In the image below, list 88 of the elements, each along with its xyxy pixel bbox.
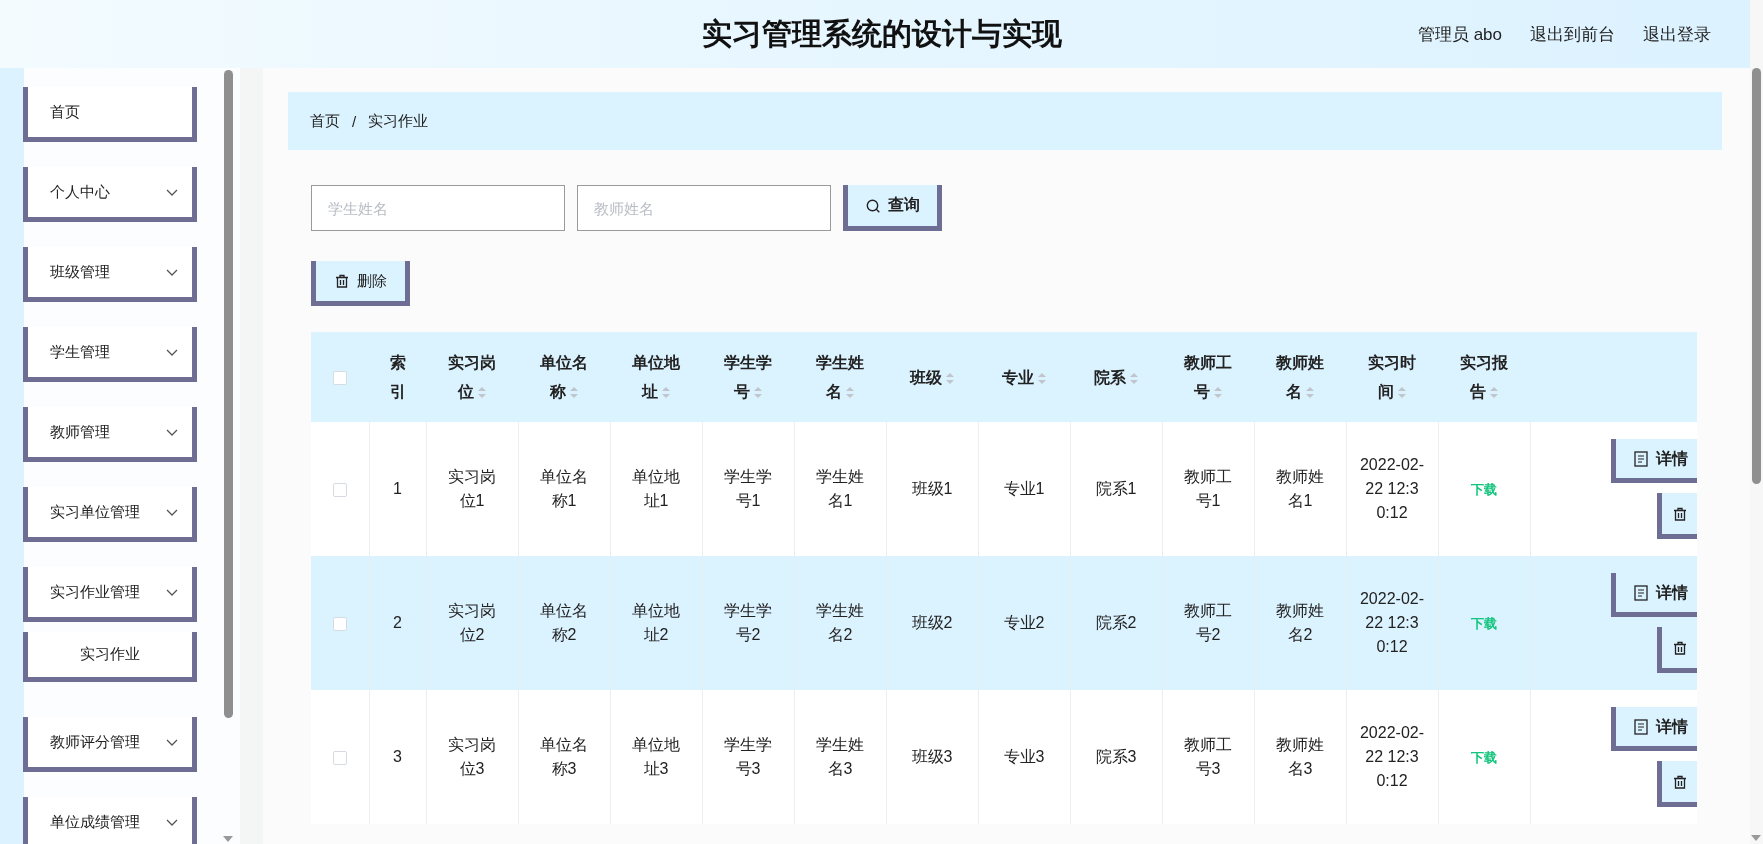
trash-icon bbox=[1672, 774, 1687, 789]
chevron-icon bbox=[166, 428, 178, 436]
detail-button[interactable]: 详情 bbox=[1611, 707, 1697, 751]
document-icon bbox=[1634, 450, 1648, 467]
table-cell-text: 学生学号1 bbox=[723, 467, 773, 511]
chevron-icon bbox=[166, 818, 178, 826]
sidebar-item[interactable]: 单位成绩管理 bbox=[23, 797, 197, 844]
table-cell-text: 单位地址3 bbox=[631, 735, 681, 779]
table-cell-text: 专业2 bbox=[1003, 613, 1045, 633]
table-cell-text: 学生学号2 bbox=[723, 601, 773, 645]
table-cell-text: 班级3 bbox=[911, 747, 953, 767]
table-cell-text: 单位地址1 bbox=[631, 467, 681, 511]
table-cell-text: 单位名称3 bbox=[539, 735, 589, 779]
table-cell-text: 单位名称1 bbox=[539, 467, 589, 511]
sidebar-item[interactable]: 学生管理 bbox=[23, 327, 197, 382]
document-icon bbox=[1634, 718, 1648, 735]
sidebar-item[interactable]: 实习作业管理 bbox=[23, 567, 197, 622]
scroll-down-icon bbox=[223, 836, 233, 842]
column-header: 索引 bbox=[388, 353, 407, 402]
chevron-icon bbox=[166, 268, 178, 276]
sidebar-item[interactable]: 实习单位管理 bbox=[23, 487, 197, 542]
trash-icon bbox=[334, 274, 349, 288]
sidebar-item[interactable]: 教师管理 bbox=[23, 407, 197, 462]
table-cell-text: 2022-02-22 12:30:12 bbox=[1359, 723, 1425, 791]
table-cell-text: 专业1 bbox=[1003, 479, 1045, 499]
table-cell-text: 班级2 bbox=[911, 613, 953, 633]
search-button[interactable]: 查询 bbox=[843, 185, 942, 231]
checkbox[interactable] bbox=[332, 482, 347, 497]
table-cell-text: 教师姓名1 bbox=[1275, 467, 1325, 511]
search-field[interactable]: 教师姓名 bbox=[577, 185, 831, 231]
header-link[interactable]: 退出到前台 bbox=[1530, 22, 1615, 46]
table-cell-text: 实习岗位1 bbox=[447, 467, 497, 511]
scroll-down-icon bbox=[1751, 835, 1761, 841]
chevron-icon bbox=[166, 188, 178, 196]
sidebar-item[interactable]: 个人中心 bbox=[23, 167, 197, 222]
table-cell-text: 专业3 bbox=[1003, 747, 1045, 767]
checkbox[interactable] bbox=[333, 370, 347, 385]
document-icon bbox=[1634, 584, 1648, 601]
table-cell-text: 2 bbox=[393, 613, 402, 633]
sidebar-item[interactable]: 首页 bbox=[23, 87, 197, 142]
sidebar-subitem[interactable]: 实习作业 bbox=[23, 632, 197, 682]
table-cell-text: 1 bbox=[393, 479, 402, 499]
table-cell-text: 单位地址2 bbox=[631, 601, 681, 645]
table-cell-text: 教师姓名3 bbox=[1275, 735, 1325, 779]
trash-icon bbox=[1672, 506, 1687, 521]
detail-button[interactable]: 详情 bbox=[1611, 573, 1697, 617]
delete-button[interactable] bbox=[1657, 493, 1697, 539]
delete-button[interactable] bbox=[1657, 761, 1697, 807]
table-cell-text: 教师工号1 bbox=[1183, 467, 1233, 511]
detail-button[interactable]: 详情 bbox=[1611, 439, 1697, 483]
trash-icon bbox=[1672, 640, 1687, 655]
checkbox[interactable] bbox=[332, 750, 347, 765]
table-cell-text: 教师姓名2 bbox=[1275, 601, 1325, 645]
chevron-icon bbox=[166, 348, 178, 356]
table-cell-text: 班级1 bbox=[911, 479, 953, 499]
sidebar-item[interactable]: 班级管理 bbox=[23, 247, 197, 302]
scrollbar-thumb[interactable] bbox=[1752, 68, 1761, 484]
breadcrumb-separator: / bbox=[352, 112, 357, 130]
app-title: 实习管理系统的设计与实现 bbox=[701, 15, 1062, 52]
table-cell-text: 2022-02-22 12:30:12 bbox=[1359, 455, 1425, 523]
sidebar-item[interactable]: 教师评分管理 bbox=[23, 717, 197, 772]
checkbox[interactable] bbox=[332, 616, 347, 631]
table-cell-text: 学生姓名2 bbox=[815, 601, 865, 645]
table-cell-text: 院系1 bbox=[1095, 479, 1137, 499]
table-cell-text: 院系3 bbox=[1095, 747, 1137, 767]
header-link[interactable]: 退出登录 bbox=[1643, 22, 1711, 46]
table-cell-text: 实习岗位2 bbox=[447, 601, 497, 645]
chevron-icon bbox=[166, 588, 178, 596]
chevron-icon bbox=[166, 508, 178, 516]
delete-button[interactable] bbox=[1657, 627, 1697, 673]
table-cell-text: 2022-02-22 12:30:12 bbox=[1359, 589, 1425, 657]
table-cell-text: 单位名称2 bbox=[539, 601, 589, 645]
table-cell-text: 学生姓名1 bbox=[815, 467, 865, 511]
delete-button[interactable]: 删除 bbox=[311, 261, 410, 306]
scrollbar-thumb[interactable] bbox=[224, 70, 233, 718]
table-cell-text: 教师工号2 bbox=[1183, 601, 1233, 645]
chevron-icon bbox=[166, 738, 178, 746]
table-cell-text: 3 bbox=[393, 747, 402, 767]
table-cell-text: 教师工号3 bbox=[1183, 735, 1233, 779]
search-icon bbox=[865, 198, 880, 213]
table-cell-text: 学生姓名3 bbox=[815, 735, 865, 779]
table-cell-text: 院系2 bbox=[1095, 613, 1137, 633]
header-link[interactable]: 管理员 abo bbox=[1417, 22, 1502, 46]
table-cell-text: 实习岗位3 bbox=[447, 735, 497, 779]
breadcrumb-item[interactable]: 首页 bbox=[310, 111, 340, 131]
breadcrumb-item[interactable]: 实习作业 bbox=[368, 111, 429, 131]
search-field[interactable]: 学生姓名 bbox=[311, 185, 565, 231]
table-cell-text: 学生学号3 bbox=[723, 735, 773, 779]
